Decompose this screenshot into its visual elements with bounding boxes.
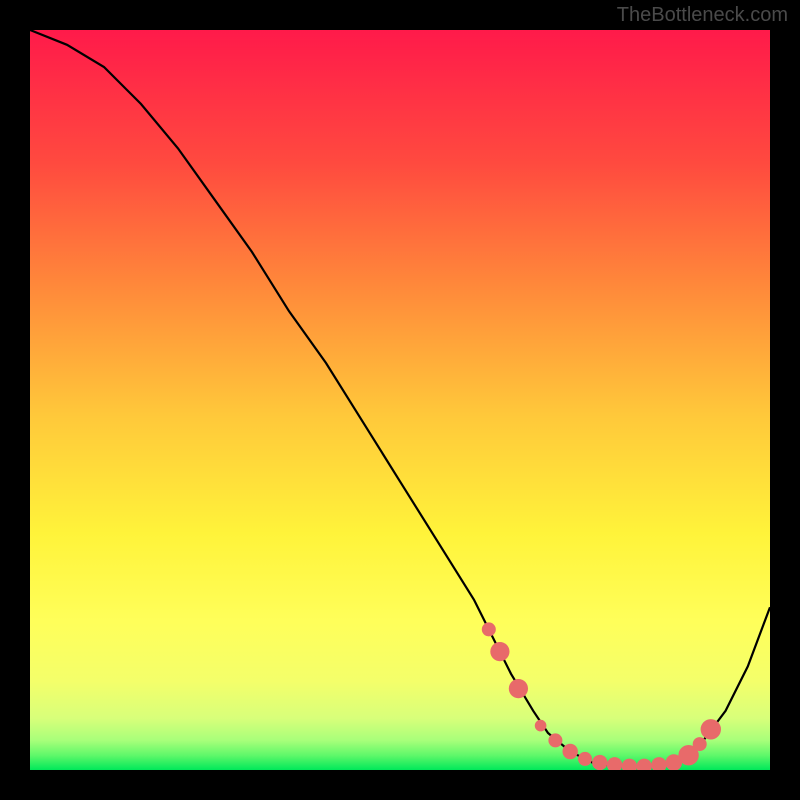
highlight-dot (701, 719, 721, 739)
highlight-dot (482, 622, 496, 636)
highlight-dot (563, 744, 578, 759)
watermark-text: TheBottleneck.com (617, 4, 788, 27)
highlight-dot (509, 679, 528, 698)
plot-area (30, 30, 770, 770)
highlight-dot (651, 757, 666, 770)
highlight-dot (592, 755, 607, 770)
bottleneck-curve (30, 30, 770, 766)
highlight-dots (482, 622, 721, 770)
highlight-dot (622, 759, 637, 770)
chart-svg (30, 30, 770, 770)
highlight-dot (578, 752, 592, 766)
highlight-dot (637, 759, 652, 770)
highlight-dot (490, 642, 509, 661)
highlight-dot (535, 720, 547, 732)
highlight-dot (548, 733, 562, 747)
highlight-dot (693, 737, 707, 751)
highlight-dot (607, 757, 622, 770)
